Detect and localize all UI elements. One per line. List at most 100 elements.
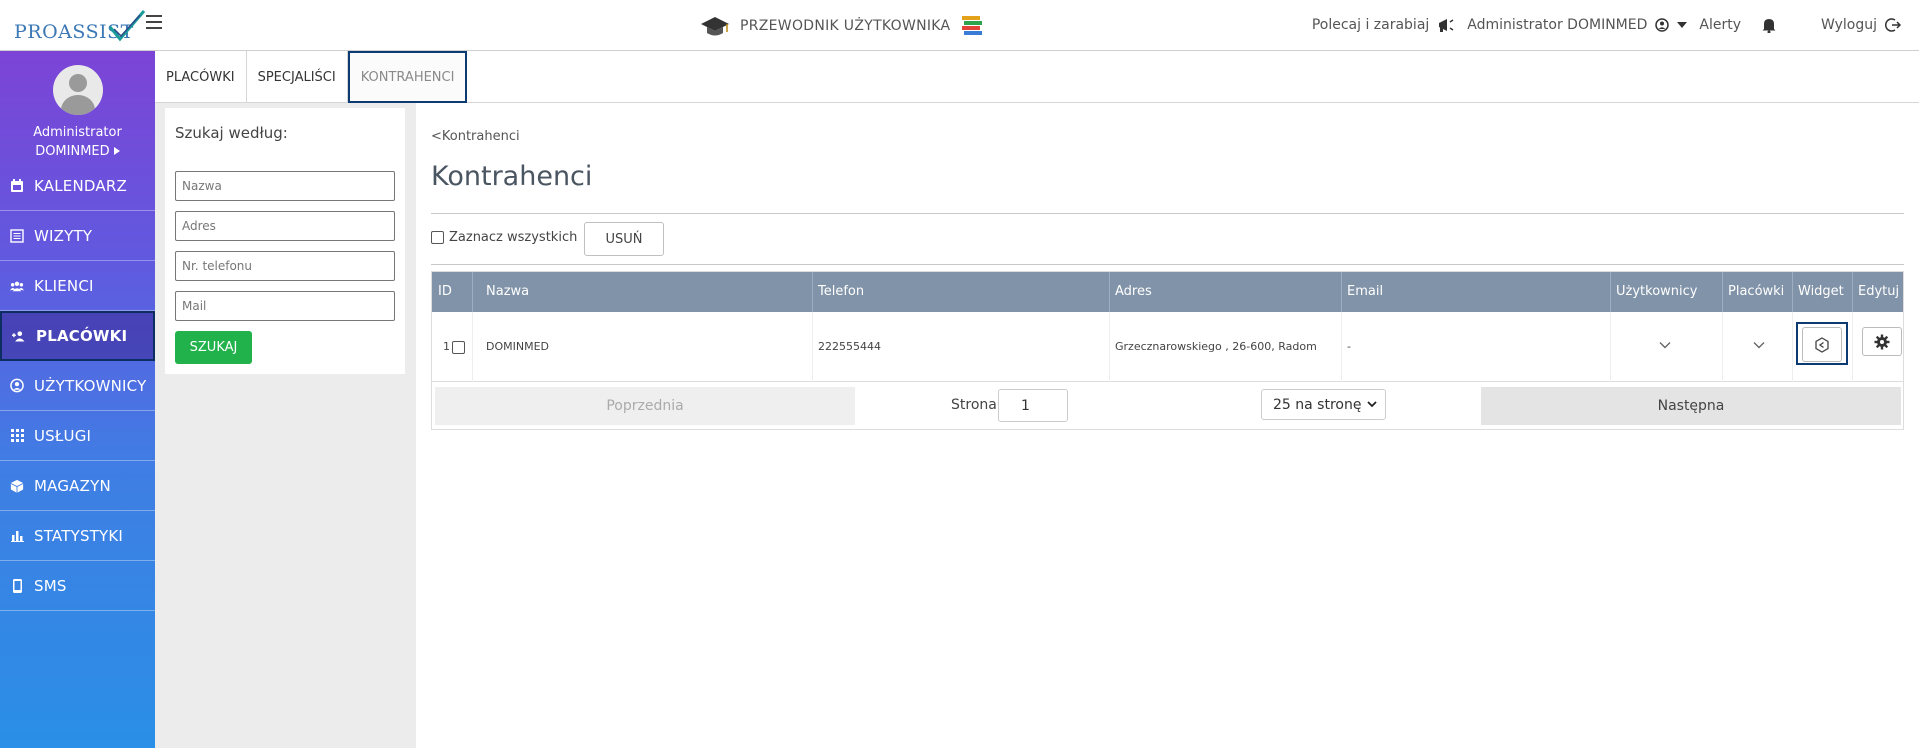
- menu-toggle-icon[interactable]: [146, 15, 166, 33]
- row-checkbox[interactable]: [452, 340, 465, 354]
- select-all[interactable]: Zaznacz wszystkich: [431, 230, 577, 245]
- address-search-input[interactable]: [175, 211, 395, 241]
- tab-kontrahenci[interactable]: KONTRAHENCI: [347, 51, 468, 103]
- column-header-phone: Telefon: [818, 284, 865, 299]
- table-row: 1 DOMINMED 222555444 Grzecznarowskiego ,…: [432, 312, 1903, 382]
- tab-specjalisci[interactable]: SPECJALIŚCI: [247, 51, 348, 103]
- sidebar-item-sms[interactable]: SMS: [0, 561, 155, 611]
- tab-placowki[interactable]: PLACÓWKI: [155, 51, 247, 103]
- logout-button[interactable]: Wyloguj: [1821, 17, 1901, 33]
- divider: [431, 213, 1904, 214]
- caret-down-icon: [1677, 22, 1688, 28]
- alerts-button[interactable]: Alerty: [1699, 17, 1777, 33]
- sidebar-item-label: UŻYTKOWNICY: [34, 376, 147, 395]
- column-header-id: ID: [438, 284, 452, 299]
- sidebar-item-label: MAGAZYN: [34, 476, 111, 495]
- column-header-edit: Edytuj: [1858, 284, 1900, 299]
- avatar: [52, 65, 103, 115]
- search-button[interactable]: SZUKAJ: [175, 331, 252, 364]
- sidebar-item-wizyty[interactable]: WIZYTY: [0, 211, 155, 261]
- users-icon: [10, 279, 24, 293]
- caret-right-icon: [113, 147, 120, 155]
- graduation-cap-icon: [701, 17, 729, 36]
- edit-button[interactable]: [1862, 327, 1902, 356]
- search-panel: Szukaj według: SZUKAJ: [165, 108, 405, 374]
- alerts-label: Alerty: [1699, 17, 1741, 33]
- column-header-widget: Widget: [1798, 284, 1844, 299]
- sidebar-item-label: KLIENCI: [34, 276, 94, 295]
- top-right-menu: Polecaj i zarabiaj Administrator DOMINME…: [1312, 14, 1901, 36]
- user-guide-label: PRZEWODNIK UŻYTKOWNIKA: [740, 18, 951, 34]
- grid-icon: [10, 429, 24, 443]
- sidebar-item-label: KALENDARZ: [34, 176, 127, 195]
- box-icon: [10, 479, 24, 493]
- facilities-expand-chevron-icon[interactable]: [1753, 339, 1765, 351]
- sidebar-user-profile[interactable]: Administrator DOMINMED: [0, 51, 155, 161]
- sidebar-item-kalendarz[interactable]: KALENDARZ: [0, 161, 155, 211]
- user-name-line1: Administrator: [33, 125, 122, 140]
- mail-search-input[interactable]: [175, 291, 395, 321]
- page-title: Kontrahenci: [431, 161, 593, 192]
- next-page-button[interactable]: Następna: [1481, 387, 1901, 425]
- user-name-line2-text: DOMINMED: [35, 144, 110, 159]
- sidebar-item-label: WIZYTY: [34, 226, 93, 245]
- pagination: Poprzednia Strona 25 na stronę Następna: [432, 384, 1903, 429]
- search-title: Szukaj według:: [175, 124, 288, 142]
- users-expand-chevron-icon[interactable]: [1659, 339, 1671, 351]
- tab-bar: PLACÓWKI SPECJALIŚCI KONTRAHENCI: [155, 51, 1919, 103]
- sidebar-item-label: STATYSTYKI: [34, 526, 124, 545]
- page-label: Strona: [951, 397, 997, 413]
- delete-button[interactable]: USUŃ: [584, 222, 664, 256]
- user-circle-icon: [1655, 18, 1670, 32]
- chevron-down-icon: [1367, 401, 1377, 408]
- divider: [431, 264, 1904, 265]
- megaphone-icon: [1439, 19, 1454, 32]
- widget-hexagon-icon: [1815, 336, 1829, 353]
- proassist-logo[interactable]: PROASSIST: [14, 9, 146, 43]
- sidebar-item-label: PLACÓWKI: [36, 327, 128, 345]
- breadcrumb[interactable]: <Kontrahenci: [431, 129, 520, 144]
- refer-and-earn-link[interactable]: Polecaj i zarabiaj: [1312, 17, 1455, 33]
- column-header-name: Nazwa: [486, 284, 530, 299]
- bar-chart-icon: [10, 529, 24, 543]
- user-circle-icon: [10, 378, 24, 393]
- page-number-input[interactable]: [998, 389, 1068, 422]
- per-page-select[interactable]: 25 na stronę: [1261, 389, 1386, 420]
- row-id: 1: [443, 340, 450, 353]
- list-icon: [10, 228, 24, 243]
- sidebar-item-label: SMS: [34, 576, 67, 595]
- cell-name: DOMINMED: [486, 340, 550, 353]
- refer-label: Polecaj i zarabiaj: [1311, 17, 1430, 33]
- phone-icon: [10, 578, 24, 593]
- column-header-users: Użytkownicy: [1616, 284, 1698, 299]
- main-content: <Kontrahenci Kontrahenci Zaznacz wszystk…: [416, 103, 1919, 748]
- user-guide-link[interactable]: PRZEWODNIK UŻYTKOWNIKA: [700, 12, 984, 40]
- select-all-label: Zaznacz wszystkich: [449, 230, 578, 245]
- calendar-icon: [10, 178, 24, 193]
- user-name-line2: DOMINMED: [0, 142, 155, 161]
- column-header-email: Email: [1347, 284, 1384, 299]
- select-all-checkbox[interactable]: [431, 231, 444, 244]
- logout-label: Wyloguj: [1821, 17, 1877, 33]
- table-header: ID Nazwa Telefon Adres Email Użytkownicy…: [432, 272, 1903, 312]
- sidebar-item-klienci[interactable]: KLIENCI: [0, 261, 155, 311]
- checkmark-logo-icon: [108, 10, 146, 42]
- sidebar-item-uslugi[interactable]: USŁUGI: [0, 411, 155, 461]
- sidebar-item-uzytkownicy[interactable]: UŻYTKOWNICY: [0, 361, 155, 411]
- name-search-input[interactable]: [175, 171, 395, 201]
- phone-search-input[interactable]: [175, 251, 395, 281]
- column-header-address: Adres: [1115, 284, 1152, 299]
- top-bar: PROASSIST PRZEWODNIK UŻYTKOWNIKA Polecaj…: [0, 0, 1919, 51]
- account-label: Administrator DOMINMED: [1467, 17, 1648, 33]
- previous-page-button[interactable]: Poprzednia: [435, 387, 855, 425]
- account-menu[interactable]: Administrator DOMINMED: [1467, 17, 1688, 33]
- sidebar-item-label: USŁUGI: [34, 426, 92, 445]
- widget-button[interactable]: [1802, 327, 1842, 362]
- sidebar-item-statystyki[interactable]: STATYSTYKI: [0, 511, 155, 561]
- logout-icon: [1885, 18, 1901, 32]
- books-icon: [962, 16, 983, 35]
- sidebar-item-magazyn[interactable]: MAGAZYN: [0, 461, 155, 511]
- sidebar: Administrator DOMINMED KALENDARZ WIZYTY …: [0, 51, 155, 748]
- sidebar-item-placowki[interactable]: PLACÓWKI: [0, 311, 155, 361]
- user-plus-icon: [12, 329, 26, 343]
